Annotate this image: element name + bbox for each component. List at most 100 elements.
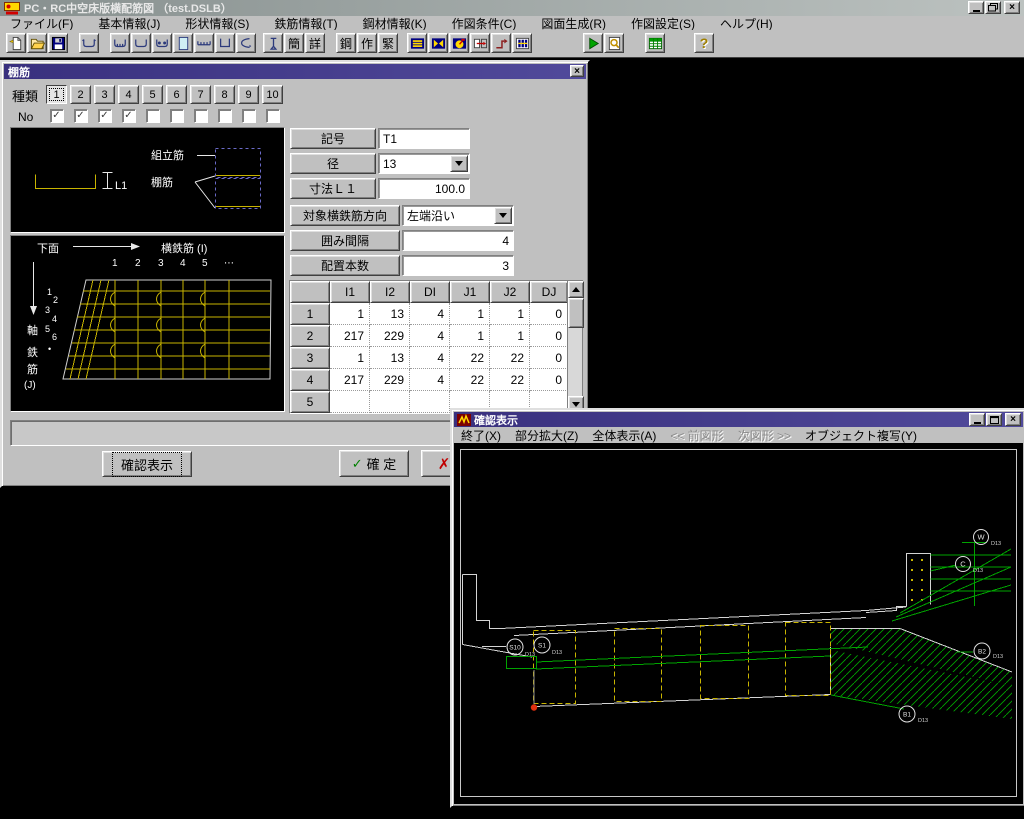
menu-steel-info[interactable]: 鋼材情報(K) — [353, 15, 437, 32]
row-header[interactable]: 2 — [290, 325, 330, 347]
kind-checkbox-10[interactable] — [266, 109, 280, 123]
kind-button-2[interactable]: 2 — [70, 85, 91, 104]
menu-file[interactable]: ファイル(F) — [0, 15, 83, 32]
kind-button-7[interactable]: 7 — [190, 85, 211, 104]
kind-checkbox-4[interactable]: ✓ — [122, 109, 136, 123]
enclose-pitch-input[interactable]: 4 — [402, 230, 514, 251]
table-cell[interactable] — [370, 391, 410, 413]
close-button[interactable]: × — [1004, 1, 1020, 14]
table-cell[interactable]: 217 — [330, 325, 370, 347]
table-cell[interactable]: 4 — [410, 325, 450, 347]
new-file-button[interactable] — [6, 33, 26, 53]
row-header[interactable]: 4 — [290, 369, 330, 391]
table-cell[interactable] — [410, 391, 450, 413]
kind-checkbox-5[interactable] — [146, 109, 160, 123]
rebar-tool-4-button[interactable] — [152, 33, 172, 53]
col-header-di[interactable]: DI — [410, 281, 450, 303]
table-cell[interactable]: 22 — [450, 347, 490, 369]
viewer-menu-partial-zoom[interactable]: 部分拡大(Z) — [508, 427, 585, 444]
viewer-close-button[interactable]: × — [1005, 413, 1021, 426]
table-scrollbar[interactable] — [567, 280, 583, 414]
viewer-menu-object-copy[interactable]: オブジェクト複写(Y) — [798, 427, 924, 444]
pin-tool-button[interactable] — [263, 33, 283, 53]
row-header[interactable]: 3 — [290, 347, 330, 369]
menu-rebar-info[interactable]: 鉄筋情報(T) — [264, 15, 347, 32]
length-l1-input[interactable]: 100.0 — [378, 178, 470, 199]
table-cell[interactable]: 1 — [450, 303, 490, 325]
sheet-tool-button[interactable] — [173, 33, 193, 53]
brief-mode-button[interactable]: 簡 — [284, 33, 304, 53]
kind-checkbox-6[interactable] — [170, 109, 184, 123]
kind-checkbox-7[interactable] — [194, 109, 208, 123]
scrollbar-thumb[interactable] — [568, 298, 584, 328]
table-cell[interactable]: 0 — [530, 347, 568, 369]
steel-button[interactable]: 鋼 — [336, 33, 356, 53]
table-cell[interactable]: 1 — [330, 303, 370, 325]
preview-button[interactable] — [604, 33, 624, 53]
col-header-dj[interactable]: DJ — [530, 281, 568, 303]
table-cell[interactable]: 217 — [330, 369, 370, 391]
menu-basic-info[interactable]: 基本情報(J) — [88, 15, 170, 32]
kind-button-6[interactable]: 6 — [166, 85, 187, 104]
table-cell[interactable]: 229 — [370, 369, 410, 391]
kind-checkbox-8[interactable] — [218, 109, 232, 123]
viewer-maximize-button[interactable] — [986, 413, 1002, 426]
table-cell[interactable]: 4 — [410, 369, 450, 391]
save-button[interactable] — [48, 33, 68, 53]
diameter-select[interactable]: 13 — [378, 153, 470, 174]
viewer-menu-fit-view[interactable]: 全体表示(A) — [585, 427, 663, 444]
table-cell[interactable]: 13 — [370, 347, 410, 369]
rebar-tool-1-button[interactable] — [79, 33, 99, 53]
tension-button[interactable]: 緊 — [378, 33, 398, 53]
rebar-tool-6-button[interactable] — [215, 33, 235, 53]
viewer-menu-exit[interactable]: 終了(X) — [454, 427, 508, 444]
table-cell[interactable]: 1 — [490, 303, 530, 325]
table-cell[interactable]: 22 — [450, 369, 490, 391]
kind-button-4[interactable]: 4 — [118, 85, 139, 104]
menu-draw-conditions[interactable]: 作図条件(C) — [442, 15, 527, 32]
table-cell[interactable]: 22 — [490, 369, 530, 391]
dialog-close-button[interactable]: × — [570, 65, 584, 77]
restore-button[interactable] — [985, 1, 1001, 14]
kind-checkbox-9[interactable] — [242, 109, 256, 123]
gauge-button[interactable] — [449, 33, 469, 53]
section-x-button[interactable] — [428, 33, 448, 53]
direction-select[interactable]: 左端沿い — [402, 205, 514, 226]
kind-checkbox-3[interactable]: ✓ — [98, 109, 112, 123]
viewer-drawing-area[interactable]: S10 S1 W C B2 B1 D13 D13 D13 D13 D13 D13 — [454, 443, 1023, 804]
create-button[interactable]: 作 — [357, 33, 377, 53]
kind-button-3[interactable]: 3 — [94, 85, 115, 104]
kind-button-8[interactable]: 8 — [214, 85, 235, 104]
run-button[interactable] — [583, 33, 603, 53]
menu-generate-drawing[interactable]: 図面生成(R) — [531, 15, 616, 32]
rebar-tool-5-button[interactable] — [194, 33, 214, 53]
table-cell[interactable]: 13 — [370, 303, 410, 325]
col-header-j2[interactable]: J2 — [490, 281, 530, 303]
table-cell[interactable] — [330, 391, 370, 413]
kind-checkbox-2[interactable]: ✓ — [74, 109, 88, 123]
menu-shape-info[interactable]: 形状情報(S) — [175, 15, 259, 32]
col-header-i2[interactable]: I2 — [370, 281, 410, 303]
detail-mode-button[interactable]: 詳 — [305, 33, 325, 53]
column-grid-button[interactable] — [512, 33, 532, 53]
col-header-i1[interactable]: I1 — [330, 281, 370, 303]
table-cell[interactable]: 4 — [410, 347, 450, 369]
row-header[interactable]: 5 — [290, 391, 330, 413]
flip-pages-button[interactable] — [470, 33, 490, 53]
bend-arrow-button[interactable] — [491, 33, 511, 53]
rebar-tool-3-button[interactable] — [131, 33, 151, 53]
kind-checkbox-1[interactable]: ✓ — [50, 109, 64, 123]
table-cell[interactable]: 1 — [330, 347, 370, 369]
table-cell[interactable]: 0 — [530, 325, 568, 347]
table-cell[interactable]: 229 — [370, 325, 410, 347]
kind-button-10[interactable]: 10 — [262, 85, 283, 104]
table-cell[interactable]: 1 — [490, 325, 530, 347]
kind-button-9[interactable]: 9 — [238, 85, 259, 104]
ok-button[interactable]: ✓ 確 定 — [339, 450, 409, 477]
direction-dropdown-arrow-icon[interactable] — [494, 207, 512, 224]
table-cell[interactable]: 0 — [530, 369, 568, 391]
symbol-input[interactable]: T1 — [378, 128, 470, 149]
layer-list-button[interactable] — [407, 33, 427, 53]
viewer-minimize-button[interactable] — [969, 413, 985, 426]
minimize-button[interactable] — [968, 1, 984, 14]
